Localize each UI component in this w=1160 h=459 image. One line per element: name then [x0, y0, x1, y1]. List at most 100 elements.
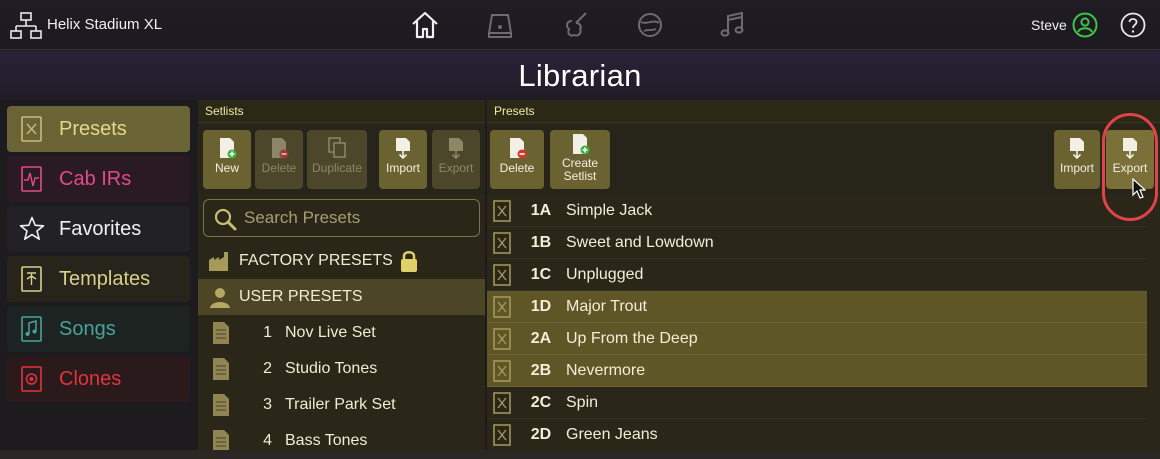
- nav-item-clones[interactable]: Clones: [7, 356, 190, 402]
- export-setlist-button[interactable]: Export: [432, 130, 480, 189]
- home-icon[interactable]: [409, 9, 441, 41]
- user-icon[interactable]: [1072, 12, 1098, 38]
- preset-icon: [493, 424, 511, 446]
- lock-icon: [400, 251, 417, 272]
- delete-setlist-button[interactable]: Delete: [255, 130, 303, 189]
- top-bar: Helix Stadium XL Steve: [0, 0, 1160, 50]
- import-preset-button[interactable]: Import: [1054, 130, 1100, 189]
- delete-preset-button[interactable]: Delete: [490, 130, 544, 189]
- factory-presets-folder[interactable]: FACTORY PRESETS: [198, 243, 485, 279]
- export-icon: [449, 138, 463, 159]
- clone-icon: [21, 366, 42, 392]
- nav-label: Clones: [59, 367, 122, 390]
- setlist-number: 1: [263, 324, 272, 341]
- setlist-name: Studio Tones: [285, 360, 378, 377]
- nav-item-presets[interactable]: Presets: [7, 106, 190, 152]
- preset-name: Spin: [566, 393, 599, 411]
- delete-icon: [272, 138, 289, 159]
- user-presets-folder[interactable]: USER PRESETS: [198, 279, 485, 315]
- setlist-number: 4: [263, 432, 272, 449]
- nav-item-templates[interactable]: Templates: [7, 256, 190, 302]
- amp-icon[interactable]: [484, 9, 516, 41]
- setlist-icon: [213, 358, 229, 380]
- preset-icon: [21, 116, 42, 142]
- app-title: Helix Stadium XL: [47, 16, 163, 33]
- nav-label: Templates: [59, 267, 151, 290]
- setlist-name: Trailer Park Set: [285, 396, 396, 413]
- factory-icon: [209, 252, 228, 271]
- preset-id: 2C: [530, 393, 552, 411]
- preset-row[interactable]: 1C Unplugged: [487, 259, 1147, 291]
- preset-name: Nevermore: [566, 361, 646, 379]
- preset-row[interactable]: 2A Up From the Deep: [487, 323, 1147, 355]
- preset-icon: [493, 232, 511, 254]
- mouse-cursor-icon: [1132, 178, 1146, 199]
- help-icon[interactable]: [1120, 12, 1146, 38]
- search-input[interactable]: [244, 205, 474, 231]
- preset-icon: [493, 264, 511, 286]
- preset-name: Sweet and Lowdown: [566, 233, 714, 251]
- preset-id: 1A: [530, 201, 552, 219]
- preset-row[interactable]: 2D Green Jeans: [487, 419, 1147, 451]
- page-title: Librarian: [518, 58, 642, 93]
- preset-id: 1B: [530, 233, 552, 251]
- setlists-panel: Setlists New Delete Duplicate Import Exp…: [198, 100, 485, 459]
- button-label: Export: [438, 161, 474, 175]
- duplicate-icon: [328, 137, 346, 158]
- preset-id: 2B: [530, 361, 552, 379]
- setlist-item[interactable]: 3 Trailer Park Set: [198, 387, 485, 423]
- search-box: [203, 199, 480, 237]
- nav-label: Presets: [59, 117, 127, 140]
- preset-name: Simple Jack: [566, 201, 653, 219]
- preset-id: 2A: [530, 329, 552, 347]
- setlist-name: Nov Live Set: [285, 324, 376, 341]
- user-name[interactable]: Steve: [1031, 17, 1067, 33]
- new-setlist-button[interactable]: New: [203, 130, 251, 189]
- user-icon: [210, 288, 230, 308]
- import-setlist-button[interactable]: Import: [379, 130, 427, 189]
- setlist-icon: [213, 322, 229, 344]
- preset-icon: [493, 360, 511, 382]
- preset-name: Major Trout: [566, 297, 647, 315]
- button-label: Delete: [261, 161, 297, 175]
- guitar-icon[interactable]: [560, 9, 592, 41]
- user-presets-label: USER PRESETS: [239, 288, 363, 305]
- import-icon: [396, 138, 410, 159]
- button-label: Create Setlist: [561, 156, 599, 183]
- preset-icon: [493, 296, 511, 318]
- nav-item-songs[interactable]: Songs: [7, 306, 190, 352]
- nav-label: Cab IRs: [59, 167, 132, 190]
- setlist-number: 2: [263, 360, 272, 377]
- setlist-number: 3: [263, 396, 272, 413]
- create-setlist-icon: [573, 134, 590, 155]
- duplicate-setlist-button[interactable]: Duplicate: [307, 130, 367, 189]
- preset-id: 1C: [530, 265, 552, 283]
- title-bar: Librarian: [0, 51, 1160, 100]
- preset-name: Up From the Deep: [566, 329, 698, 347]
- cab-ir-icon: [21, 166, 42, 192]
- nav-item-cab-irs[interactable]: Cab IRs: [7, 156, 190, 202]
- new-icon: [220, 138, 237, 159]
- preset-row[interactable]: 2B Nevermore: [487, 355, 1147, 387]
- setlist-item[interactable]: 2 Studio Tones: [198, 351, 485, 387]
- button-label: Delete: [499, 161, 535, 175]
- preset-row[interactable]: 1B Sweet and Lowdown: [487, 227, 1147, 259]
- preset-row[interactable]: 2C Spin: [487, 387, 1147, 419]
- song-icon: [21, 316, 42, 342]
- preset-row[interactable]: 1A Simple Jack: [487, 195, 1147, 227]
- music-note-icon[interactable]: [716, 9, 748, 41]
- presets-header: Presets: [487, 100, 1160, 123]
- setlist-name: Bass Tones: [285, 432, 368, 449]
- setlists-header: Setlists: [198, 100, 485, 123]
- button-label: Duplicate: [311, 161, 363, 175]
- preset-icon: [493, 328, 511, 350]
- nav-item-favorites[interactable]: Favorites: [7, 206, 190, 252]
- preset-row[interactable]: 1D Major Trout: [487, 291, 1147, 323]
- star-icon: [19, 216, 45, 240]
- setlist-item[interactable]: 1 Nov Live Set: [198, 315, 485, 351]
- create-setlist-button[interactable]: Create Setlist: [550, 130, 610, 189]
- left-nav: Presets Cab IRs Favorites Templates Song…: [0, 100, 197, 459]
- highlight-ring: [1102, 113, 1158, 221]
- preset-icon: [493, 392, 511, 414]
- globe-icon[interactable]: [634, 9, 666, 41]
